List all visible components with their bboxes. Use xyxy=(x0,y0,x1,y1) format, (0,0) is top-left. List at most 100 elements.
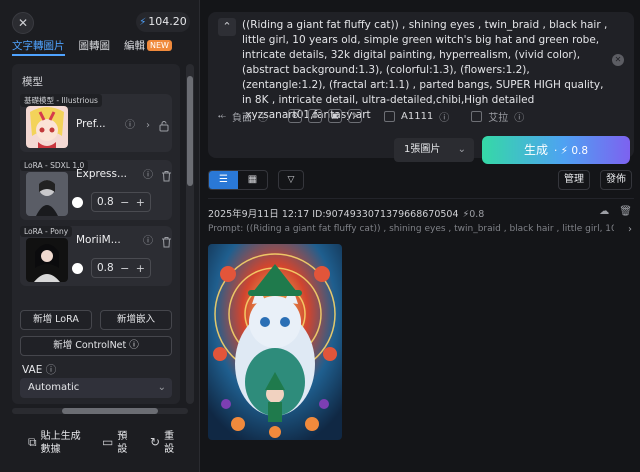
manage-button[interactable]: 管理 xyxy=(558,170,590,190)
vae-label: VAE ⓘ xyxy=(22,362,56,377)
paste-generation-data-button[interactable]: ⧉ 貼上生成 數據 xyxy=(28,430,81,456)
list-view-icon[interactable]: ☰ xyxy=(209,171,238,189)
plus-icon[interactable]: + xyxy=(136,262,145,275)
chevron-down-icon: ⌄ xyxy=(157,382,166,393)
lora-weight-control: 0.8 − + xyxy=(72,192,151,212)
reset-button[interactable]: ↻ 重設 xyxy=(150,430,174,456)
lora-thumbnail xyxy=(26,172,68,216)
weight-stepper[interactable]: 0.8 − + xyxy=(91,192,151,212)
add-embedding-button[interactable]: 新增嵌入 xyxy=(100,310,172,330)
tab-text-to-image[interactable]: 文字轉圖片 xyxy=(12,38,65,56)
left-panel: ✕ ⚡ 104.20 文字轉圖片 圖轉圖 編輯 NEW 模型 基礎模型 - Illu… xyxy=(0,0,200,472)
record-cost-value: 0.8 xyxy=(469,209,485,220)
weight-value: 0.8 xyxy=(97,196,114,208)
tab-edit[interactable]: 編輯 NEW xyxy=(124,38,172,56)
weight-value: 0.8 xyxy=(97,262,114,274)
grid-view-icon[interactable]: ▦ xyxy=(238,171,267,189)
help-icon[interactable]: ⓘ xyxy=(439,109,449,124)
paste-generation-data-label: 貼上生成 數據 xyxy=(41,430,81,456)
help-icon[interactable]: ⓘ xyxy=(258,109,268,124)
vae-label-text: VAE xyxy=(22,364,43,376)
prompt-box: ⌃ ((Riding a giant fat fluffy cat)) , sh… xyxy=(208,12,634,164)
vae-value: Automatic xyxy=(28,382,80,393)
reset-label: 重設 xyxy=(164,430,174,456)
record-prompt-preview[interactable]: Prompt: ((Riding a giant fat fluffy cat)… xyxy=(208,224,614,234)
publish-button[interactable]: 發佈 xyxy=(600,170,632,190)
lora-thumbnail xyxy=(26,238,68,282)
lora-tag: LoRA - Pony xyxy=(20,226,73,237)
prompt-options: ⤝ 負面 ⓘ ⊛ ⚙ ▣ ✎ A1111 ⓘ 艾拉 ⓘ xyxy=(218,108,524,124)
book-icon: ▭ xyxy=(102,435,114,449)
wand-icon[interactable]: ✎ xyxy=(348,109,362,123)
add-lora-button[interactable]: 新增 LoRA xyxy=(20,310,92,330)
style-checkbox[interactable] xyxy=(471,110,483,122)
label-line: 重 xyxy=(164,431,175,442)
label-line: 設 xyxy=(117,444,128,455)
help-icon[interactable]: ⓘ xyxy=(46,364,57,376)
trash-icon[interactable] xyxy=(160,236,172,248)
lora-card[interactable]: LoRA - SDXL 1.0 Express... ⓘ 0.8 − + xyxy=(20,160,172,220)
a1111-label: A1111 xyxy=(401,110,434,122)
help-icon[interactable]: ⓘ xyxy=(514,109,524,124)
model-settings-panel: 模型 基礎模型 - Illustrious Pref... ⓘ › LoRA -… xyxy=(12,64,180,404)
image-icon[interactable]: ▣ xyxy=(328,109,342,123)
negative-prompt-label[interactable]: 負面 xyxy=(232,109,252,124)
image-count-select[interactable]: 1張圖片 ⌄ xyxy=(394,138,474,162)
new-badge: NEW xyxy=(147,40,172,51)
trash-icon[interactable] xyxy=(160,170,172,182)
add-controlnet-button[interactable]: 新增 ControlNet ⓘ xyxy=(20,336,172,356)
clear-icon[interactable]: ✕ xyxy=(612,54,624,66)
info-icon[interactable]: ⓘ xyxy=(124,120,136,132)
negative-prompt-icon[interactable]: ⤝ xyxy=(218,111,226,122)
info-icon[interactable]: ⓘ xyxy=(142,170,154,182)
tab-edit-label: 編輯 xyxy=(124,40,145,52)
weight-slider-handle[interactable] xyxy=(72,196,83,208)
credits-value: 104.20 xyxy=(148,15,187,28)
record-cost: ⚡0.8 xyxy=(462,209,485,220)
base-model-card[interactable]: 基礎模型 - Illustrious Pref... ⓘ › xyxy=(20,94,172,152)
record-actions: ☁ 🗑 xyxy=(599,206,632,217)
chevron-right-icon[interactable]: › xyxy=(142,120,154,132)
bottom-actions: ⧉ 貼上生成 數據 ▭ 預設 ↻ 重設 xyxy=(0,422,200,472)
vae-select[interactable]: Automatic ⌄ xyxy=(20,378,172,398)
minus-icon[interactable]: − xyxy=(120,262,129,275)
tab-image-to-image[interactable]: 圖轉圖 xyxy=(79,38,111,56)
magic-icon[interactable]: ⊛ xyxy=(288,109,302,123)
record-header: 2025年9月11日 12:17 ID:90749330713796686705… xyxy=(208,206,484,220)
plus-icon[interactable]: + xyxy=(136,196,145,209)
mode-tabs: 文字轉圖片 圖轉圖 編輯 NEW xyxy=(12,38,172,56)
chevron-right-icon[interactable]: › xyxy=(628,224,632,235)
a1111-checkbox[interactable] xyxy=(384,110,395,122)
filter-icon[interactable]: ▽ xyxy=(278,170,304,190)
record-date-id: 2025年9月11日 12:17 ID:90749330713796686705… xyxy=(208,209,459,220)
scrollbar-thumb[interactable] xyxy=(187,76,193,186)
base-model-thumbnail xyxy=(26,106,68,148)
trash-icon[interactable]: 🗑 xyxy=(619,206,632,217)
lora-card[interactable]: LoRA - Pony MoriiM... ⓘ 0.8 − + xyxy=(20,226,172,286)
settings-icon[interactable]: ⚙ xyxy=(308,109,322,123)
help-icon[interactable]: ⓘ xyxy=(129,340,139,351)
cloud-icon[interactable]: ☁ xyxy=(599,206,609,217)
weight-slider-handle[interactable] xyxy=(72,262,83,274)
paste-icon: ⧉ xyxy=(28,435,37,449)
add-controlnet-label: 新增 ControlNet xyxy=(53,340,127,351)
horizontal-scrollbar[interactable] xyxy=(12,408,188,414)
generate-button[interactable]: 生成 · ⚡ 0.8 xyxy=(482,136,630,164)
scrollbar-thumb[interactable] xyxy=(62,408,158,414)
chevron-down-icon: ⌄ xyxy=(457,144,466,155)
lock-icon[interactable] xyxy=(158,120,170,132)
preset-button[interactable]: ▭ 預設 xyxy=(102,430,127,456)
bolt-icon: ⚡ xyxy=(139,17,147,28)
label-line: 設 xyxy=(164,444,175,455)
generated-image[interactable] xyxy=(208,244,342,440)
info-icon[interactable]: ⓘ xyxy=(142,236,154,248)
chevron-up-icon[interactable]: ⌃ xyxy=(218,18,236,36)
minus-icon[interactable]: − xyxy=(120,196,129,209)
close-icon[interactable]: ✕ xyxy=(12,12,34,34)
base-model-name: Pref... xyxy=(76,118,106,130)
generate-label: 生成 xyxy=(523,143,548,157)
image-count-value: 1張圖片 xyxy=(404,144,441,155)
vertical-scrollbar[interactable] xyxy=(186,64,194,404)
weight-stepper[interactable]: 0.8 − + xyxy=(91,258,151,278)
generate-cost-value: 0.8 xyxy=(571,145,589,157)
